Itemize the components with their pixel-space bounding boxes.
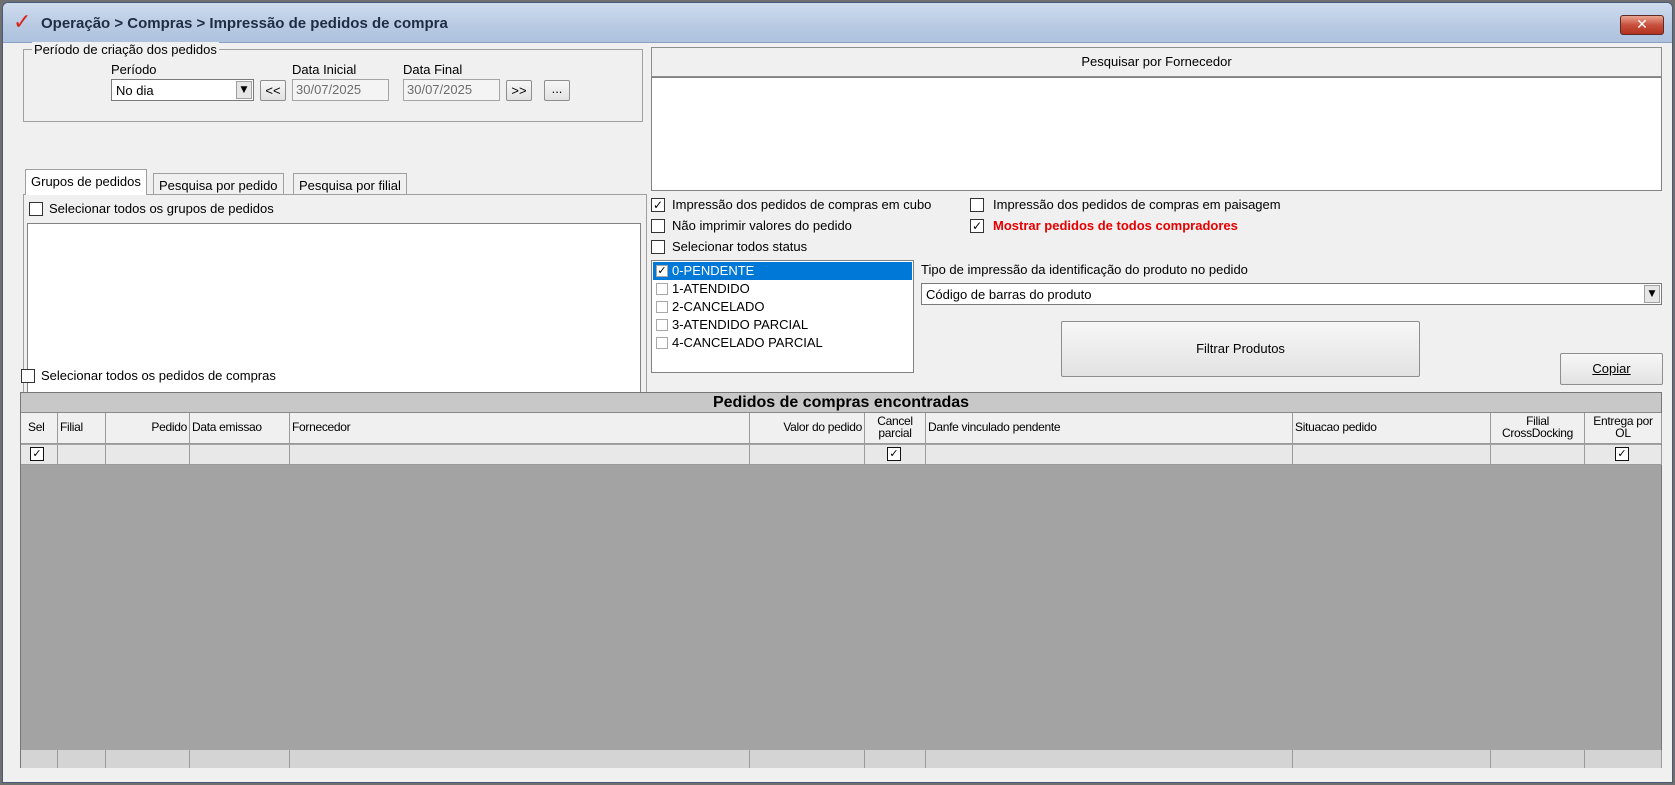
next-period-button[interactable]: >>	[506, 80, 532, 101]
orders-grid[interactable]: Pedidos de compras encontradas Sel Filia…	[20, 392, 1662, 768]
footer-cell	[1293, 750, 1491, 768]
todos-compradores-label: Mostrar pedidos de todos compradores	[993, 218, 1238, 233]
paisagem-label: Impressão dos pedidos de compras em pais…	[993, 197, 1281, 212]
row-sel-checkbox[interactable]: ✓	[30, 447, 44, 461]
row-cell-crossdocking[interactable]	[1491, 445, 1585, 465]
selecionar-todos-status-checkbox[interactable]	[651, 240, 665, 254]
status-item-label: 2-CANCELADO	[672, 299, 765, 314]
column-header-data-emissao[interactable]: Data emissao	[190, 413, 290, 444]
periodo-select-value: No dia	[116, 83, 154, 98]
window-title: Operação > Compras > Impressão de pedido…	[41, 15, 448, 32]
column-header-situacao-pedido[interactable]: Situacao pedido	[1293, 413, 1491, 444]
row-cancel-parcial-checkbox[interactable]: ✓	[887, 447, 901, 461]
footer-cell	[106, 750, 190, 768]
copiar-button-label: Copiar	[1592, 361, 1631, 376]
row-cell-data-emissao[interactable]	[190, 445, 290, 465]
title-bar[interactable]: ✓ Operação > Compras > Impressão de pedi…	[3, 3, 1672, 43]
periodo-groupbox: Período de criação dos pedidos Período N…	[23, 42, 643, 122]
data-inicial-label: Data Inicial	[292, 62, 357, 77]
select-all-groups-checkbox[interactable]	[29, 202, 43, 216]
status-item[interactable]: 1-ATENDIDO	[653, 280, 912, 298]
footer-cell	[926, 750, 1293, 768]
row-cell-fornecedor[interactable]	[290, 445, 750, 465]
column-header-filial-crossdocking[interactable]: Filial CrossDocking	[1491, 413, 1585, 444]
tipo-impressao-value: Código de barras do produto	[926, 287, 1092, 302]
row-cell-cancel-parcial[interactable]: ✓	[865, 445, 926, 465]
status-list[interactable]: ✓ 0-PENDENTE 1-ATENDIDO 2-CANCELADO 3-AT…	[651, 260, 914, 373]
todos-compradores-checkbox[interactable]: ✓	[970, 219, 984, 233]
supplier-list[interactable]	[651, 77, 1662, 191]
chevron-down-icon[interactable]: ▼	[1644, 285, 1660, 303]
window-client-area: Período de criação dos pedidos Período N…	[3, 42, 1672, 782]
search-supplier-button[interactable]: Pesquisar por Fornecedor	[651, 47, 1662, 77]
footer-cell	[865, 750, 926, 768]
status-item[interactable]: 2-CANCELADO	[653, 298, 912, 316]
tab-content-panel: Selecionar todos os grupos de pedidos	[23, 194, 647, 396]
status-item-checkbox[interactable]	[656, 283, 668, 295]
column-header-entrega-por-ol[interactable]: Entrega por OL	[1585, 413, 1662, 444]
paisagem-checkbox[interactable]	[970, 198, 984, 212]
select-all-groups-label: Selecionar todos os grupos de pedidos	[49, 201, 274, 216]
cubo-label: Impressão dos pedidos de compras em cubo	[672, 197, 932, 212]
status-item-checkbox[interactable]	[656, 337, 668, 349]
column-header-pedido[interactable]: Pedido	[106, 413, 190, 444]
select-all-orders-label: Selecionar todos os pedidos de compras	[41, 368, 276, 383]
periodo-label: Período	[111, 62, 157, 77]
column-header-sel[interactable]: Sel	[21, 413, 58, 444]
data-final-field[interactable]: 30/07/2025	[403, 79, 500, 101]
close-button[interactable]: ✕	[1620, 15, 1664, 35]
column-header-valor-do-pedido[interactable]: Valor do pedido	[750, 413, 865, 444]
select-all-orders-checkbox[interactable]	[21, 369, 35, 383]
column-header-cancel-parcial[interactable]: Cancel parcial	[865, 413, 926, 444]
app-checkmark-icon: ✓	[13, 10, 32, 35]
data-final-label: Data Final	[403, 62, 463, 77]
footer-cell	[290, 750, 750, 768]
footer-cell	[1585, 750, 1662, 768]
status-item-label: 1-ATENDIDO	[672, 281, 750, 296]
row-cell-pedido[interactable]	[106, 445, 190, 465]
footer-cell	[750, 750, 865, 768]
grid-caption: Pedidos de compras encontradas	[21, 393, 1661, 413]
status-item[interactable]: 4-CANCELADO PARCIAL	[653, 334, 912, 352]
row-cell-filial[interactable]	[58, 445, 106, 465]
nao-imprimir-valores-checkbox[interactable]	[651, 219, 665, 233]
data-inicial-field[interactable]: 30/07/2025	[292, 79, 389, 101]
tab-grupos-de-pedidos[interactable]: Grupos de pedidos	[25, 169, 147, 195]
status-item-label: 0-PENDENTE	[672, 263, 755, 278]
nao-imprimir-valores-label: Não imprimir valores do pedido	[672, 218, 852, 233]
main-window: ✓ Operação > Compras > Impressão de pedi…	[2, 2, 1673, 783]
row-cell-sel[interactable]: ✓	[21, 445, 58, 465]
cubo-checkbox[interactable]: ✓	[651, 198, 665, 212]
column-header-danfe-vinculado-pendente[interactable]: Danfe vinculado pendente	[926, 413, 1293, 444]
row-cell-danfe[interactable]	[926, 445, 1293, 465]
row-cell-situacao[interactable]	[1293, 445, 1491, 465]
status-item-checkbox[interactable]	[656, 319, 668, 331]
periodo-legend: Período de criação dos pedidos	[32, 42, 219, 57]
footer-cell	[58, 750, 106, 768]
selecionar-todos-status-label: Selecionar todos status	[672, 239, 808, 254]
periodo-select[interactable]: No dia ▼	[111, 79, 254, 101]
tipo-impressao-label: Tipo de impressão da identificação do pr…	[921, 262, 1248, 277]
status-item-label: 4-CANCELADO PARCIAL	[672, 335, 823, 350]
status-item[interactable]: ✓ 0-PENDENTE	[653, 262, 912, 280]
column-header-filial[interactable]: Filial	[58, 413, 106, 444]
status-item-checkbox[interactable]	[656, 301, 668, 313]
previous-period-button[interactable]: <<	[260, 80, 286, 101]
status-item-label: 3-ATENDIDO PARCIAL	[672, 317, 809, 332]
footer-cell	[190, 750, 290, 768]
chevron-down-icon[interactable]: ▼	[236, 81, 252, 99]
footer-cell	[21, 750, 58, 768]
copiar-button[interactable]: Copiar	[1560, 353, 1663, 385]
status-item-checkbox[interactable]: ✓	[656, 265, 668, 277]
row-cell-entrega-ol[interactable]: ✓	[1585, 445, 1662, 465]
footer-cell	[1491, 750, 1585, 768]
tipo-impressao-select[interactable]: Código de barras do produto ▼	[921, 283, 1662, 305]
more-options-button[interactable]: ...	[544, 80, 570, 101]
filtrar-produtos-button[interactable]: Filtrar Produtos	[1061, 321, 1420, 377]
status-item[interactable]: 3-ATENDIDO PARCIAL	[653, 316, 912, 334]
column-header-fornecedor[interactable]: Fornecedor	[290, 413, 750, 444]
row-entrega-ol-checkbox[interactable]: ✓	[1615, 447, 1629, 461]
row-cell-valor[interactable]	[750, 445, 865, 465]
